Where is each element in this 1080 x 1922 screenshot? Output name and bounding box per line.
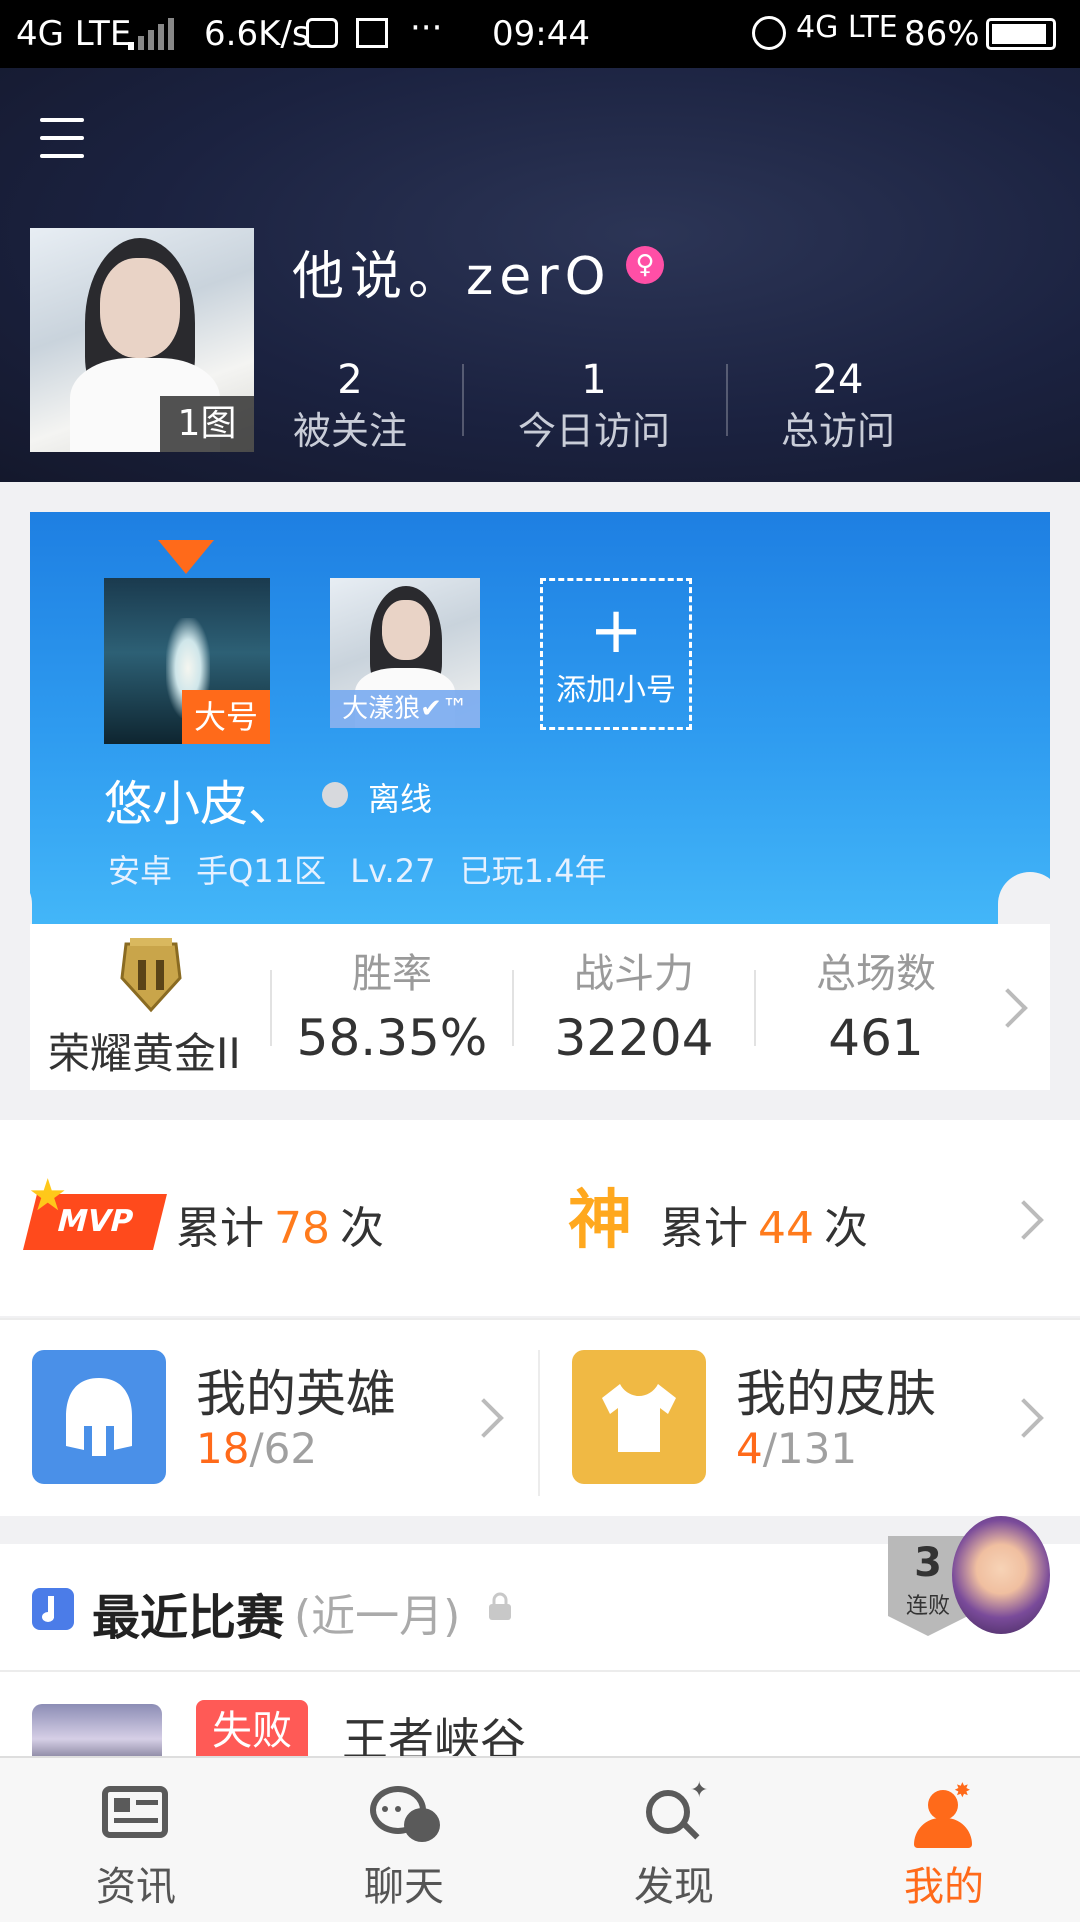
nav-news-label: 资讯 xyxy=(96,1864,176,1910)
heroes-total: /62 xyxy=(249,1424,318,1473)
nav-discover-label: 发现 xyxy=(634,1864,714,1910)
today-visits-label: 今日访问 xyxy=(517,409,670,453)
followers-stat[interactable]: 2 被关注 xyxy=(250,356,450,458)
lock-icon[interactable] xyxy=(486,1592,514,1620)
signal-strength-icon xyxy=(128,18,174,50)
star-icon: ★ xyxy=(28,1170,68,1221)
match-result-badge: 失败 xyxy=(196,1700,308,1762)
recent-matches-title: 最近比赛 xyxy=(92,1590,285,1646)
total-matches-value: 461 xyxy=(828,1009,924,1067)
skin-shirt-icon[interactable] xyxy=(572,1350,706,1484)
plus-icon: + xyxy=(589,594,643,668)
win-rate-stat: 胜率 58.35% xyxy=(272,946,512,1074)
rank-tier: 荣耀黄金II xyxy=(48,1029,241,1078)
account-name: 悠小皮、 xyxy=(104,776,297,832)
divider xyxy=(538,1350,540,1496)
legendary-total: 累计 44 次 xyxy=(660,1192,868,1256)
app-notification-icon xyxy=(306,18,338,48)
skins-owned: 4 xyxy=(736,1424,763,1473)
combat-power-label: 战斗力 xyxy=(574,951,694,997)
clock: 09:44 xyxy=(492,14,590,54)
username: 他说。zerO xyxy=(292,247,612,307)
hero-helmet-icon[interactable] xyxy=(32,1350,166,1484)
total-matches-label: 总场数 xyxy=(816,951,936,997)
mvp-total: 累计 78 次 xyxy=(176,1192,384,1256)
mvp-prefix: 累计 xyxy=(176,1203,264,1254)
photo-count-badge: 1图 xyxy=(160,396,254,452)
legendary-count: 44 xyxy=(758,1203,814,1254)
my-skins-title[interactable]: 我的皮肤 xyxy=(736,1354,936,1426)
recent-matches-range: (近一月) xyxy=(294,1591,461,1642)
female-gender-icon: ♀ xyxy=(626,246,664,284)
battery-percent: 86% xyxy=(904,14,980,54)
legendary-prefix: 累计 xyxy=(660,1203,748,1254)
nav-chat-label: 聊天 xyxy=(364,1864,444,1910)
followers-count: 2 xyxy=(337,357,363,403)
discover-icon: ✦ xyxy=(634,1780,714,1850)
nav-news[interactable]: 资讯 xyxy=(36,1770,236,1912)
total-matches-stat: 总场数 461 xyxy=(756,946,996,1074)
divider xyxy=(726,364,728,436)
rank-badge-icon xyxy=(120,938,182,1013)
alarm-icon xyxy=(752,16,786,50)
offline-status-icon xyxy=(322,782,348,808)
mvp-suffix: 次 xyxy=(340,1203,384,1254)
music-note-icon xyxy=(32,1588,74,1630)
add-account-button[interactable]: + 添加小号 xyxy=(540,578,692,730)
losing-streak-badge[interactable]: 3 连败 xyxy=(888,1516,1050,1642)
total-visits-label: 总访问 xyxy=(780,409,895,453)
mvp-count: 78 xyxy=(274,1203,330,1254)
news-icon xyxy=(96,1780,176,1850)
network-speed: 6.6K/s xyxy=(204,14,310,54)
profile-icon: ✸ xyxy=(904,1780,984,1850)
total-visits-count: 24 xyxy=(812,357,864,403)
online-status: 离线 xyxy=(368,780,433,818)
today-visits-count: 1 xyxy=(581,357,607,403)
heroes-owned: 18 xyxy=(196,1424,250,1473)
main-account-tag: 大号 xyxy=(182,690,270,744)
selected-account-marker xyxy=(158,540,214,574)
more-notifications-icon: ··· xyxy=(410,8,443,48)
menu-icon[interactable] xyxy=(40,118,84,158)
account-meta: 安卓 手Q11区 Lv.27 已玩1.4年 xyxy=(108,852,607,890)
nav-profile[interactable]: ✸ 我的 xyxy=(844,1770,1044,1912)
card-notch-left xyxy=(0,872,32,972)
total-visits-stat[interactable]: 24 总访问 xyxy=(738,356,938,458)
battery-icon xyxy=(986,18,1056,50)
followers-label: 被关注 xyxy=(292,409,407,453)
my-heroes-title[interactable]: 我的英雄 xyxy=(196,1354,396,1426)
add-account-label: 添加小号 xyxy=(556,673,676,708)
nav-chat[interactable]: 聊天 xyxy=(304,1770,504,1912)
honors-row[interactable] xyxy=(0,1120,1080,1316)
network-type-right: 4G LTE xyxy=(796,10,898,45)
status-bar: 4G LTE 6.6K/s ··· 09:44 4G LTE 86% xyxy=(0,0,1080,68)
divider xyxy=(462,364,464,436)
heroes-count: 18/62 xyxy=(196,1424,317,1473)
screenshot-icon xyxy=(356,18,388,48)
combat-power-stat: 战斗力 32204 xyxy=(514,946,754,1074)
nav-discover[interactable]: ✦ 发现 xyxy=(574,1770,774,1912)
legendary-badge-icon: 神 xyxy=(568,1184,632,1258)
win-rate-value: 58.35% xyxy=(296,1009,488,1067)
alt-account-name: 大漾狼✔™ xyxy=(330,690,480,728)
combat-power-value: 32204 xyxy=(554,1009,714,1067)
today-visits-stat[interactable]: 1 今日访问 xyxy=(494,356,694,458)
skins-total: /131 xyxy=(762,1424,858,1473)
nav-profile-label: 我的 xyxy=(904,1864,984,1910)
win-rate-label: 胜率 xyxy=(352,951,432,997)
network-type-left: 4G LTE xyxy=(16,14,132,54)
skins-count: 4/131 xyxy=(736,1424,857,1473)
legendary-suffix: 次 xyxy=(824,1203,868,1254)
chat-icon xyxy=(364,1780,444,1850)
character-avatar xyxy=(952,1516,1050,1634)
